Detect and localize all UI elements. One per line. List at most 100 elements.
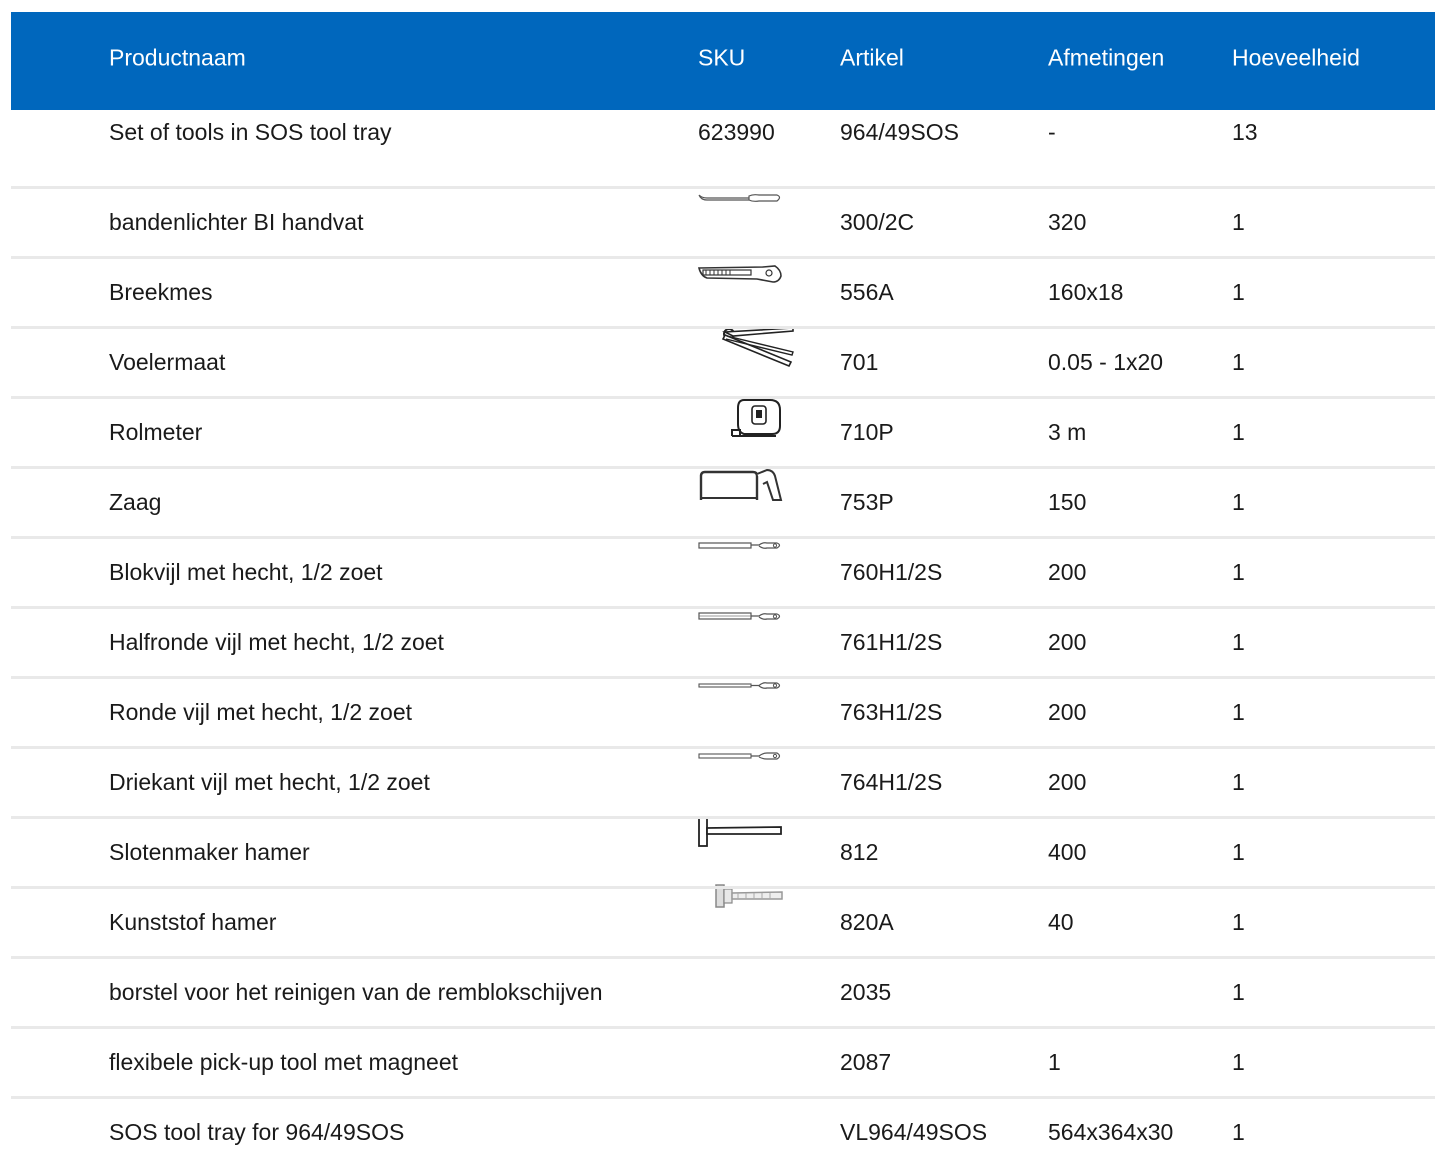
column-header-afmetingen[interactable]: Afmetingen (1048, 45, 1164, 72)
product-afmetingen: 40 (1048, 909, 1074, 935)
column-header-sku[interactable]: SKU (698, 45, 745, 72)
product-afmetingen: 1 (1048, 1049, 1061, 1075)
product-afmetingen: 400 (1048, 839, 1087, 865)
product-artikel: 701 (840, 349, 879, 375)
row-separator (11, 1096, 1435, 1099)
row-separator (11, 816, 1435, 819)
table-row: bandenlichter BI handvat 300/2C 320 1 (11, 194, 1435, 237)
product-name: Rolmeter (109, 419, 203, 445)
product-name: Kunststof hamer (109, 909, 277, 935)
row-separator (11, 326, 1435, 329)
table-row: Set of tools in SOS tool tray 623990 964/4… (11, 119, 1435, 147)
product-afmetingen: - (1048, 119, 1056, 145)
product-artikel: 761H1/2S (840, 629, 943, 655)
half-round-file-icon (697, 610, 783, 624)
flat-file-icon (697, 540, 783, 552)
product-afmetingen: 3 m (1048, 419, 1087, 445)
product-artikel: 300/2C (840, 209, 915, 235)
product-afmetingen: 200 (1048, 769, 1087, 795)
table-row: Voelermaat 701 0.05 - 1x20 1 (11, 327, 1435, 377)
product-artikel: 760H1/2S (840, 559, 943, 585)
product-hoeveelheid: 1 (1232, 559, 1245, 585)
tape-measure-icon (730, 396, 784, 440)
table-row: Rolmeter 710P 3 m 1 (11, 399, 1435, 447)
product-hoeveelheid: 1 (1232, 839, 1245, 865)
product-name: Zaag (109, 489, 162, 515)
triangular-file-icon (697, 750, 783, 762)
product-hoeveelheid: 1 (1232, 279, 1245, 305)
row-separator (11, 956, 1435, 959)
product-hoeveelheid: 1 (1232, 909, 1245, 935)
row-separator (11, 256, 1435, 259)
table-header: Productnaam SKU Artikel Afmetingen Hoeve… (11, 12, 1435, 110)
tire-lever-icon (697, 191, 783, 205)
table-row: Halfronde vijl met hecht, 1/2 zoet 761H1/… (11, 612, 1435, 657)
product-hoeveelheid: 13 (1232, 119, 1258, 145)
table-row: Ronde vijl met hecht, 1/2 zoet 763H1/2S 20… (11, 682, 1435, 727)
table-row: Breekmes 556A 160x18 1 (11, 265, 1435, 307)
product-name: Slotenmaker hamer (109, 839, 310, 865)
product-hoeveelheid: 1 (1232, 1119, 1245, 1145)
product-artikel: 964/49SOS (840, 119, 959, 145)
product-afmetingen: 320 (1048, 209, 1087, 235)
row-separator (11, 396, 1435, 399)
product-afmetingen: 564x364x30 (1048, 1119, 1174, 1145)
product-name: Ronde vijl met hecht, 1/2 zoet (109, 699, 412, 725)
product-hoeveelheid: 1 (1232, 419, 1245, 445)
product-afmetingen: 200 (1048, 699, 1087, 725)
product-name: borstel voor het reinigen van de remblok… (109, 979, 603, 1005)
row-separator (11, 186, 1435, 189)
product-name: Set of tools in SOS tool tray (109, 119, 392, 145)
table-row: Driekant vijl met hecht, 1/2 zoet 764H1/2… (11, 752, 1435, 797)
row-separator (11, 1026, 1435, 1029)
product-name: SOS tool tray for 964/49SOS (109, 1119, 405, 1145)
row-separator (11, 466, 1435, 469)
product-artikel: 2087 (840, 1049, 892, 1075)
product-hoeveelheid: 1 (1232, 489, 1245, 515)
product-artikel: 820A (840, 909, 894, 935)
row-separator (11, 606, 1435, 609)
product-table: Productnaam SKU Artikel Afmetingen Hoeve… (11, 12, 1435, 1145)
product-artikel: VL964/49SOS (840, 1119, 988, 1145)
product-hoeveelheid: 1 (1232, 979, 1245, 1005)
product-hoeveelheid: 1 (1232, 699, 1245, 725)
table-row: Zaag 753P 150 1 (11, 468, 1435, 517)
product-name: Voelermaat (109, 349, 226, 375)
product-name: Breekmes (109, 279, 213, 305)
product-name: Halfronde vijl met hecht, 1/2 zoet (109, 629, 444, 655)
product-hoeveelheid: 1 (1232, 629, 1245, 655)
row-separator (11, 886, 1435, 889)
round-file-icon (697, 680, 783, 692)
product-artikel: 812 (840, 839, 879, 865)
row-separator (11, 676, 1435, 679)
product-name: bandenlichter BI handvat (109, 209, 364, 235)
hacksaw-icon (697, 468, 783, 504)
product-afmetingen: 160x18 (1048, 279, 1124, 305)
product-name: Blokvijl met hecht, 1/2 zoet (109, 559, 383, 585)
row-separator (11, 536, 1435, 539)
product-artikel: 763H1/2S (840, 699, 943, 725)
table-row: flexibele pick-up tool met magneet 2087 1 1 (11, 1049, 1435, 1077)
product-hoeveelheid: 1 (1232, 769, 1245, 795)
hammer-icon (697, 816, 783, 848)
product-artikel: 764H1/2S (840, 769, 943, 795)
row-separator (11, 746, 1435, 749)
column-header-productnaam[interactable]: Productnaam (109, 45, 246, 72)
product-afmetingen: 0.05 - 1x20 (1048, 349, 1164, 375)
column-header-hoeveelheid[interactable]: Hoeveelheid (1232, 45, 1360, 72)
table-row: SOS tool tray for 964/49SOS VL964/49SOS 56… (11, 1119, 1435, 1147)
product-hoeveelheid: 1 (1232, 209, 1245, 235)
column-header-artikel[interactable]: Artikel (840, 45, 904, 72)
product-afmetingen: 150 (1048, 489, 1087, 515)
product-artikel: 556A (840, 279, 894, 305)
product-artikel: 710P (840, 419, 894, 445)
product-name: flexibele pick-up tool met magneet (109, 1049, 459, 1075)
product-artikel: 2035 (840, 979, 892, 1005)
table-row: Slotenmaker hamer 812 400 1 (11, 816, 1435, 867)
table-row: Kunststof hamer 820A 40 1 (11, 884, 1435, 937)
product-hoeveelheid: 1 (1232, 349, 1245, 375)
table-row: Blokvijl met hecht, 1/2 zoet 760H1/2S 200 1 (11, 542, 1435, 587)
product-hoeveelheid: 1 (1232, 1049, 1245, 1075)
product-sku: 623990 (698, 119, 775, 145)
product-afmetingen: 200 (1048, 629, 1087, 655)
